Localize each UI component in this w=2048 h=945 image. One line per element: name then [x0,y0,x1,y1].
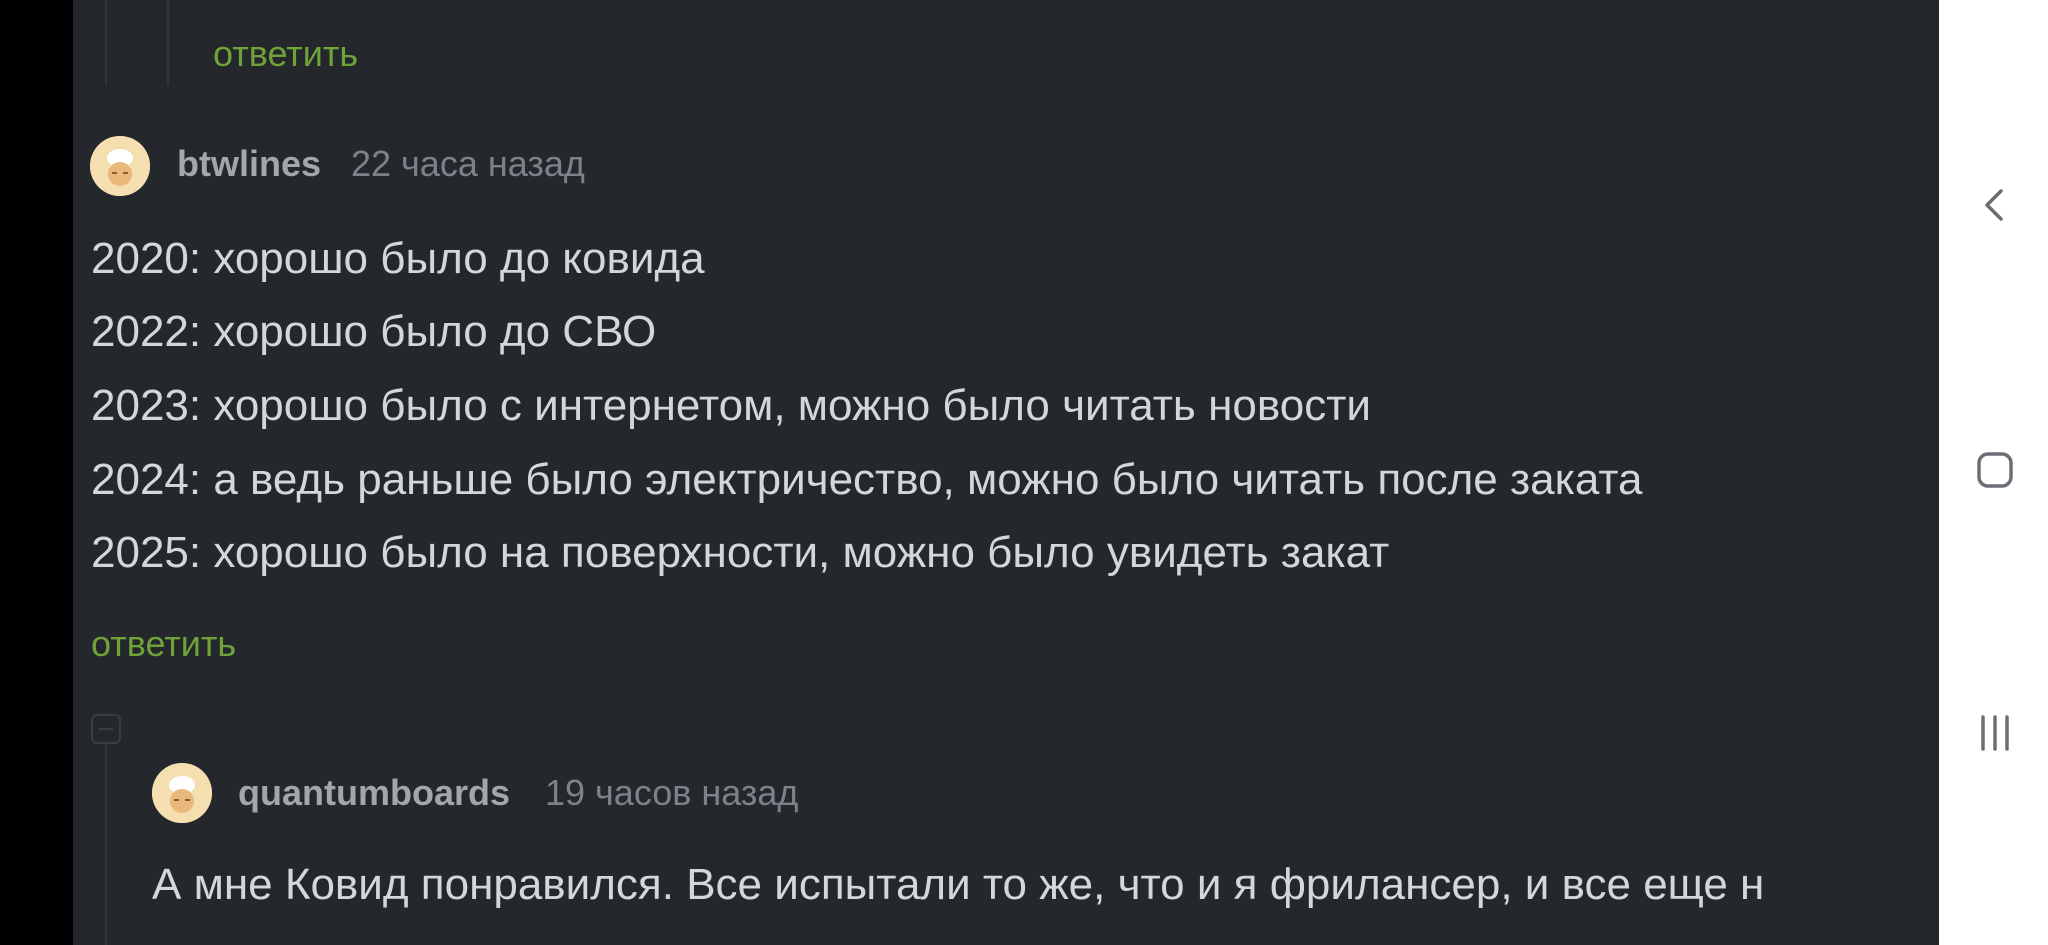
collapse-thread-button[interactable] [91,714,121,744]
thread-line [167,0,169,85]
avatar[interactable] [152,763,212,823]
home-icon[interactable] [1975,450,2015,490]
comment-time: 22 часа назад [351,143,585,184]
comment-time: 19 часов назад [545,772,799,813]
avatar[interactable] [90,136,150,196]
comment-text-line: 2022: хорошо было до СВО [91,307,657,356]
recent-apps-icon[interactable] [1975,713,2015,753]
comment-text-line: 2025: хорошо было на поверхности, можно … [91,528,1390,577]
username[interactable]: quantumboards [238,771,510,815]
thread-line [105,0,107,85]
comments-panel: ответить btwlines 22 часа назад 2020: хо… [73,0,1939,945]
back-icon[interactable] [1975,185,2015,225]
comment-text-line: 2023: хорошо было с интернетом, можно бы… [91,381,1371,430]
reply-link[interactable]: ответить [213,32,358,76]
comment-text-line: А мне Ковид понравился. Все испытали то … [152,860,1765,909]
reply-link[interactable]: ответить [91,622,236,666]
thread-line [105,744,107,945]
comment-text-line: 2020: хорошо было до ковида [91,234,705,283]
comment-text-line: 2024: а ведь раньше было электричество, … [91,455,1643,504]
username[interactable]: btwlines [177,142,321,186]
